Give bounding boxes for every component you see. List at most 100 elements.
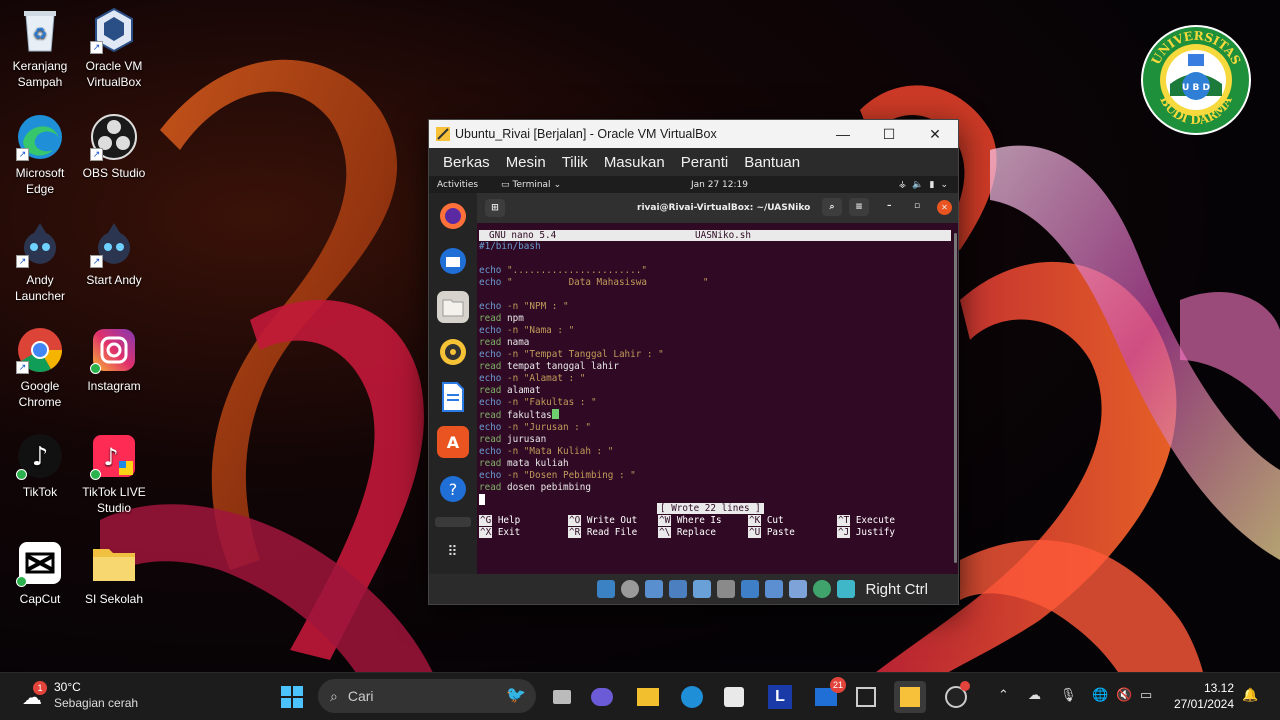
recording-icon[interactable] [765, 580, 784, 598]
show-apps-icon[interactable]: ⠿ [437, 536, 469, 568]
nano-editor[interactable]: GNU nano 5.4 UASNiko.sh #1/bin/bash echo… [477, 230, 951, 507]
writer-icon[interactable] [437, 381, 469, 413]
shortcut-read-file[interactable]: ^R Read File [568, 527, 637, 539]
audio-icon[interactable] [645, 580, 664, 598]
help-icon[interactable]: ? [437, 473, 469, 505]
shortcut-cut[interactable]: ^K Cut [748, 515, 784, 527]
shortcut-execute[interactable]: ^T Execute [837, 515, 895, 527]
shortcut-where-is[interactable]: ^W Where Is [658, 515, 722, 527]
window-titlebar[interactable]: Ubuntu_Rivai [Berjalan] - Oracle VM Virt… [429, 120, 958, 148]
weather-widget[interactable]: ☁ 1 30°C Sebagian cerah [20, 679, 160, 715]
search-highlight-icon: 🐦 [506, 687, 526, 704]
desktop-icon-start-andy[interactable]: ↗ Start Andy [77, 220, 151, 288]
task-view-icon[interactable] [546, 681, 578, 713]
weather-badge: 1 [33, 681, 47, 695]
chevron-down-icon: ⌄ [940, 179, 948, 190]
shortcut-write-out[interactable]: ^O Write Out [568, 515, 637, 527]
hard-disk-icon[interactable] [597, 580, 616, 598]
desktop-icon-andy-launcher[interactable]: ↗ Andy Launcher [3, 220, 77, 304]
mouse-integration-icon[interactable] [813, 580, 832, 598]
shortcut-justify[interactable]: ^J Justify [837, 527, 895, 539]
meet-icon[interactable] [586, 681, 618, 713]
shared-folders-icon[interactable] [717, 580, 736, 598]
software-store-icon[interactable]: A [437, 426, 469, 458]
terminal-window[interactable]: ⊞ rivai@Rivai-VirtualBox: ~/UASNiko ⌕ ≡ … [477, 193, 958, 576]
menu-tilik[interactable]: Tilik [554, 154, 596, 171]
display-icon[interactable] [741, 580, 760, 598]
usb-icon[interactable] [693, 580, 712, 598]
shortcut-replace[interactable]: ^\ Replace [658, 527, 716, 539]
volume-muted-icon[interactable]: 🔇 [1116, 687, 1132, 703]
thunderbird-icon[interactable] [437, 245, 469, 277]
virtualbox-vm-taskbar-icon[interactable] [894, 681, 926, 713]
app-l-icon[interactable]: L [764, 681, 796, 713]
shortcut-exit[interactable]: ^X Exit [479, 527, 520, 539]
firefox-icon[interactable] [437, 200, 469, 232]
optical-drive-icon[interactable] [621, 580, 640, 598]
terminal-scrollbar[interactable] [954, 233, 957, 563]
menu-mesin[interactable]: Mesin [498, 154, 554, 171]
store-icon[interactable] [718, 681, 750, 713]
menu-peranti[interactable]: Peranti [673, 154, 737, 171]
clock-area[interactable]: 13.12 27/01/2024 [1168, 680, 1234, 712]
desktop-icon-chrome[interactable]: ↗ Google Chrome [3, 326, 77, 410]
network-adapter-icon[interactable] [669, 580, 688, 598]
minimize-button[interactable]: — [820, 120, 866, 148]
desktop-icon-instagram[interactable]: Instagram [77, 326, 151, 394]
desktop-icon-recycle-bin[interactable]: ♻ Keranjang Sampah [3, 6, 77, 90]
battery-icon[interactable]: ▭ [1140, 687, 1152, 703]
microphone-icon[interactable]: 🎙 [1060, 687, 1077, 703]
system-tray[interactable]: ⚶ 🔈 ▮ ⌄ [899, 180, 948, 190]
virtualbox-window[interactable]: Ubuntu_Rivai [Berjalan] - Oracle VM Virt… [428, 119, 959, 605]
menu-bantuan[interactable]: Bantuan [736, 154, 808, 171]
search-box[interactable]: ⌕ Cari 🐦 [318, 679, 536, 713]
battery-icon: ▮ [929, 179, 935, 190]
notification-bell-icon[interactable]: 🔔 [1242, 687, 1258, 703]
desktop-icon-virtualbox[interactable]: ↗ Oracle VM VirtualBox [77, 6, 151, 90]
obs-taskbar-icon[interactable] [940, 681, 972, 713]
terminal-app-menu[interactable]: ▭ Terminal ⌄ [501, 180, 561, 190]
desktop-icon-si-sekolah[interactable]: SI Sekolah [77, 539, 151, 607]
file-explorer-icon[interactable] [632, 681, 664, 713]
virtualbox-taskbar-icon[interactable] [850, 681, 882, 713]
network-icon: ⚶ [898, 179, 907, 190]
edge-taskbar-icon[interactable] [676, 681, 708, 713]
close-icon[interactable]: ✕ [937, 200, 952, 215]
minimize-icon[interactable]: – [887, 201, 892, 211]
activities-button[interactable]: Activities [437, 180, 501, 190]
keyboard-capture-icon[interactable] [837, 580, 856, 598]
desktop-icon-obs[interactable]: ↗ OBS Studio [77, 113, 151, 181]
svg-text:BUDI DARMA: BUDI DARMA [1157, 93, 1235, 127]
start-button[interactable] [276, 681, 308, 713]
tray-overflow-icon[interactable]: ⌃ [998, 687, 1009, 703]
desktop-icon-tiktok-live[interactable]: ♪ TikTok LIVE Studio [77, 432, 151, 516]
rhythmbox-icon[interactable] [437, 336, 469, 368]
search-icon[interactable]: ⌕ [822, 198, 842, 216]
menu-berkas[interactable]: Berkas [435, 154, 498, 171]
svg-text:♪: ♪ [103, 443, 118, 471]
new-tab-icon[interactable]: ⊞ [485, 199, 505, 217]
desktop-icon-tiktok[interactable]: ♪ TikTok [3, 432, 77, 500]
folder-icon [90, 539, 138, 587]
university-logo: UNIVERSITAS BUDI DARMA U B D [1140, 24, 1252, 136]
svg-text:♪: ♪ [32, 442, 49, 472]
cpu-icon[interactable] [789, 580, 808, 598]
desktop-icon-capcut[interactable]: CapCut [3, 539, 77, 607]
shortcut-help[interactable]: ^G Help [479, 515, 520, 527]
language-icon[interactable]: 🌐 [1092, 687, 1108, 703]
tiktok-live-icon: ♪ [90, 432, 138, 480]
guest-screen[interactable]: Activities ▭ Terminal ⌄ Jan 27 12:19 ⚶ 🔈… [429, 176, 958, 576]
desktop-icon-edge[interactable]: ↗ Microsoft Edge [3, 113, 77, 197]
clock[interactable]: Jan 27 12:19 [691, 180, 748, 190]
desktop-icon-label: Start Andy [86, 273, 142, 287]
hamburger-menu-icon[interactable]: ≡ [849, 198, 869, 216]
close-button[interactable]: ✕ [912, 120, 958, 148]
maximize-button[interactable]: ☐ [866, 120, 912, 148]
menu-masukan[interactable]: Masukan [596, 154, 673, 171]
maximize-icon[interactable]: ▫ [914, 201, 920, 211]
onedrive-icon[interactable]: ☁ [1028, 687, 1041, 703]
shortcut-paste[interactable]: ^U Paste [748, 527, 795, 539]
mail-icon[interactable]: 21 [810, 677, 846, 713]
files-icon[interactable] [437, 291, 469, 323]
shortcut-arrow-icon: ↗ [16, 148, 29, 161]
